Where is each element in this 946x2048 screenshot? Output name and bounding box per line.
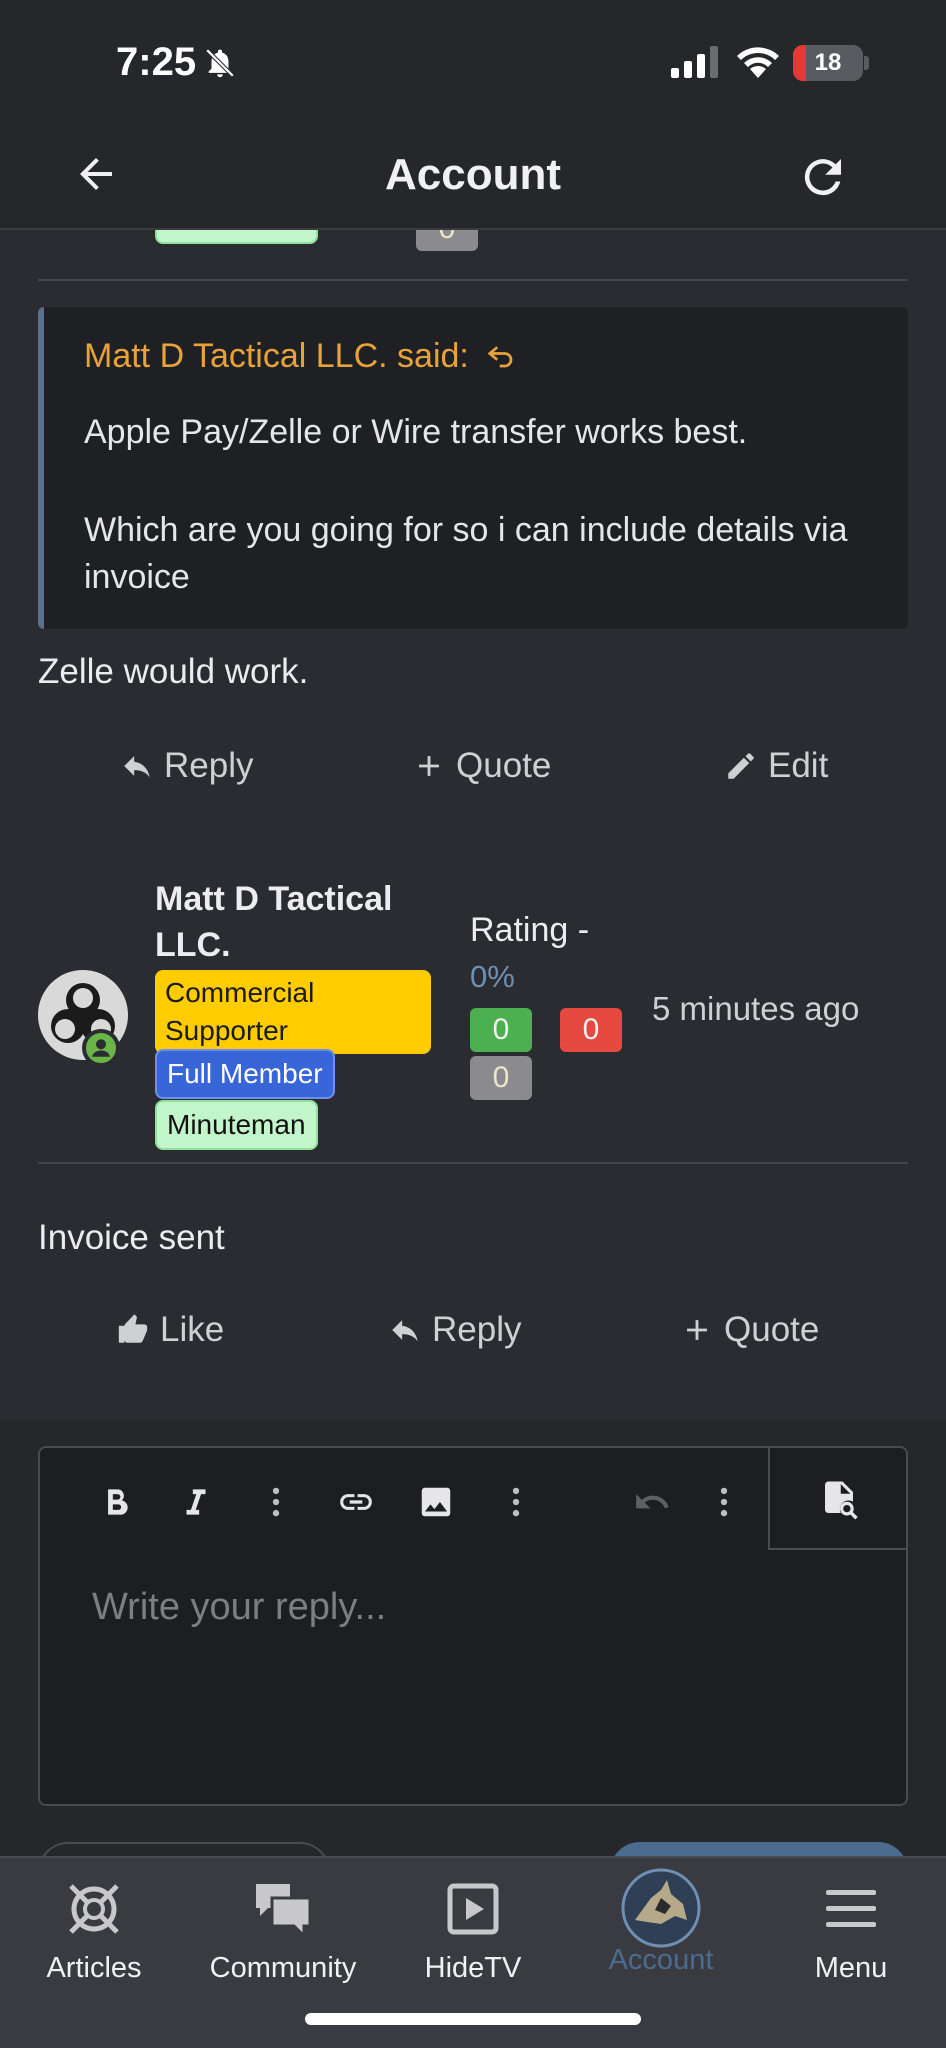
account-avatar-icon — [621, 1868, 701, 1948]
like-button[interactable]: Like — [116, 1310, 224, 1350]
quote-block: Matt D Tactical LLC. said: Apple Pay/Zel… — [38, 307, 908, 629]
user-badge-commercial: Commercial Supporter — [155, 970, 431, 1054]
link-icon — [340, 1494, 372, 1510]
articles-icon — [69, 1884, 119, 1934]
post-timestamp[interactable]: 5 minutes ago — [652, 990, 859, 1028]
reply-label: Reply — [164, 746, 254, 785]
more-vertical-icon — [272, 1487, 280, 1517]
plus-icon — [419, 756, 439, 776]
tab-account[interactable]: Account — [571, 1868, 751, 1977]
more-insert-options-button[interactable] — [492, 1478, 540, 1526]
chat-bubbles-icon — [256, 1884, 312, 1940]
tab-label: HideTV — [424, 1952, 522, 1984]
bold-button[interactable] — [92, 1478, 140, 1526]
quote-label: Quote — [456, 746, 552, 785]
battery-indicator: 18 — [793, 45, 863, 81]
document-search-icon — [825, 1481, 858, 1520]
reply-input-placeholder[interactable]: Write your reply... — [92, 1586, 386, 1629]
nav-bar: Account — [0, 120, 946, 230]
rating-value: 0% — [470, 959, 515, 994]
tab-articles[interactable]: Articles — [4, 1876, 184, 1985]
reply-icon — [392, 1320, 418, 1342]
tab-menu[interactable]: Menu — [761, 1876, 941, 1985]
reply-button[interactable]: Reply — [120, 746, 253, 786]
tab-label: Menu — [814, 1952, 888, 1984]
tab-label: Community — [209, 1952, 357, 1984]
signal-icon — [671, 46, 718, 78]
more-options-button[interactable] — [700, 1478, 748, 1526]
refresh-icon[interactable] — [796, 150, 850, 204]
quote-text-line: Apple Pay/Zelle or Wire transfer works b… — [84, 413, 748, 451]
rating-label: Rating - — [470, 911, 590, 949]
tab-label: Account — [608, 1944, 714, 1976]
battery-level-text: 18 — [814, 49, 842, 76]
author-name[interactable]: Matt D Tactical LLC. — [155, 876, 435, 968]
post-reply-button[interactable] — [610, 1842, 908, 1856]
undo-button[interactable] — [628, 1478, 676, 1526]
tab-hidetv[interactable]: HideTV — [383, 1876, 563, 1985]
more-vertical-icon — [720, 1487, 728, 1517]
user-badge-member: Full Member — [155, 1049, 335, 1099]
quote-author-text: Matt D Tactical LLC. said: — [84, 337, 469, 375]
thumbs-up-icon — [118, 1314, 148, 1343]
preview-button[interactable] — [768, 1448, 906, 1550]
tab-label: Articles — [46, 1952, 142, 1984]
italic-button[interactable] — [172, 1478, 220, 1526]
rating-neutral-count: 0 — [470, 1056, 532, 1100]
edit-button[interactable]: Edit — [724, 746, 828, 786]
like-label: Like — [160, 1310, 225, 1349]
reply-icon — [124, 756, 150, 778]
post-latest: Matt D Tactical LLC. Commercial Supporte… — [0, 832, 946, 1420]
video-play-icon — [447, 1883, 499, 1935]
insert-image-button[interactable] — [412, 1478, 460, 1526]
jump-to-quote-icon[interactable] — [486, 341, 516, 371]
status-time: 7:25 — [116, 40, 197, 84]
more-vertical-icon — [512, 1487, 520, 1517]
post-divider — [38, 1162, 908, 1164]
wifi-icon — [737, 47, 779, 78]
home-indicator[interactable] — [305, 2013, 641, 2025]
user-badge-title: Minuteman — [155, 1100, 318, 1150]
image-icon — [421, 1487, 451, 1517]
quote-text-line: Which are you going for so i can include… — [84, 511, 848, 596]
rating-neutral-count: 0 — [416, 230, 478, 251]
status-bar: 7:25 18 — [0, 0, 946, 120]
battery-tip — [864, 56, 869, 70]
pencil-icon — [728, 753, 754, 779]
insert-link-button[interactable] — [332, 1478, 380, 1526]
post-body: Invoice sent — [38, 1218, 225, 1257]
rating-negative-count: 0 — [560, 1008, 622, 1052]
bell-off-icon — [205, 48, 235, 78]
bold-icon — [108, 1489, 128, 1515]
reply-editor[interactable]: Write your reply... — [38, 1446, 908, 1806]
reply-label: Reply — [432, 1310, 522, 1349]
post-body: Zelle would work. — [38, 652, 309, 691]
online-status-icon — [82, 1029, 120, 1067]
reply-button[interactable]: Reply — [388, 1310, 521, 1350]
rating-positive-count: 0 — [470, 1008, 532, 1052]
quote-author[interactable]: Matt D Tactical LLC. said: — [84, 337, 516, 376]
quote-button[interactable]: Quote — [412, 746, 551, 786]
attach-files-button[interactable] — [38, 1842, 330, 1856]
quote-button[interactable]: Quote — [680, 1310, 819, 1350]
edit-label: Edit — [768, 746, 829, 785]
user-title-badge: Minuteman — [155, 230, 318, 244]
tab-community[interactable]: Community — [193, 1876, 373, 1985]
italic-icon — [186, 1489, 206, 1515]
hamburger-menu-icon — [826, 1890, 876, 1927]
more-text-options-button[interactable] — [252, 1478, 300, 1526]
quote-label: Quote — [724, 1310, 820, 1349]
plus-icon — [687, 1320, 707, 1340]
undo-icon — [636, 1494, 669, 1509]
post-divider — [38, 279, 908, 281]
